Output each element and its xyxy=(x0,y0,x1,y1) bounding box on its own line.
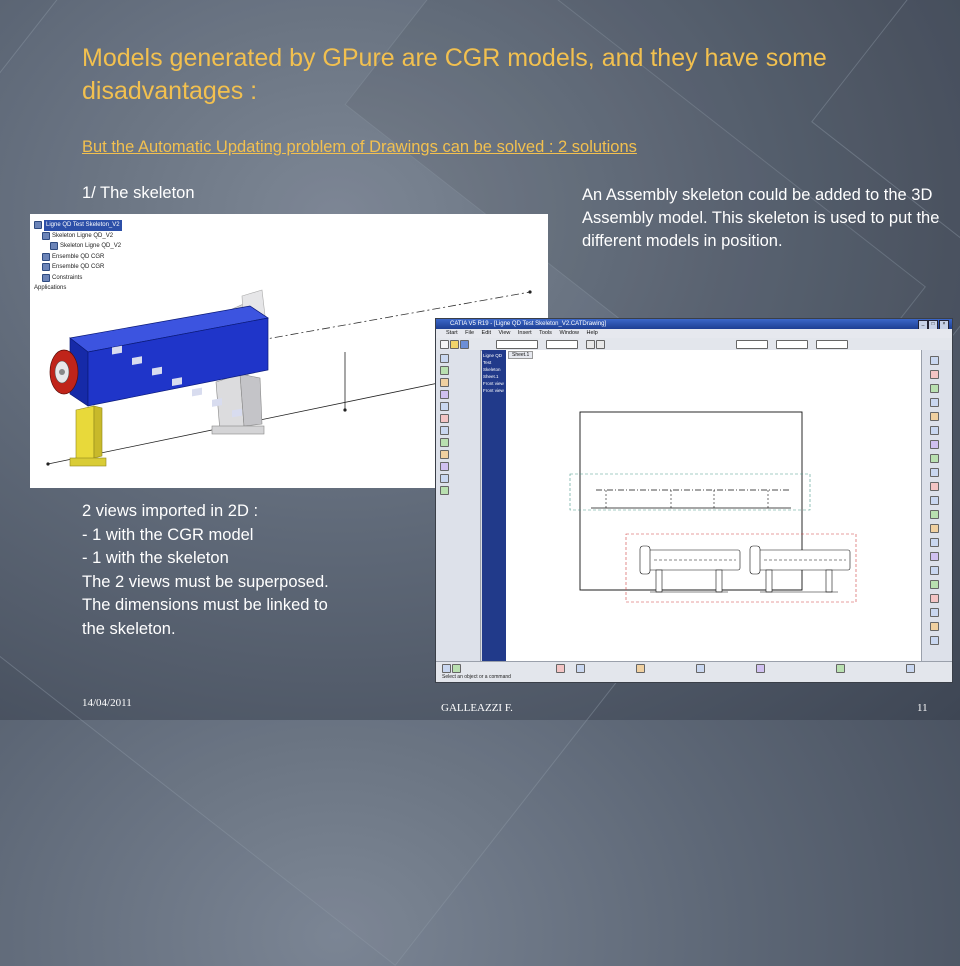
views-line: - 1 with the skeleton xyxy=(82,549,229,567)
views-line: - 1 with the CGR model xyxy=(82,525,254,544)
spec-tree-item[interactable]: Front view xyxy=(483,387,505,394)
spec-tree-item[interactable]: Front view xyxy=(483,380,505,387)
tool-icon[interactable] xyxy=(440,438,449,447)
tool-icon[interactable] xyxy=(930,622,939,631)
spec-tree-item[interactable]: Sheet.1 xyxy=(483,373,505,380)
drawing-views xyxy=(569,411,857,603)
tool-icon[interactable] xyxy=(930,496,939,505)
tool-icon[interactable] xyxy=(906,664,915,673)
new-icon[interactable] xyxy=(440,340,449,349)
catia-menu-bar[interactable]: Start File Edit View Insert Tools Window… xyxy=(436,329,952,338)
views-description: 2 views imported in 2D : - 1 with the CG… xyxy=(82,500,432,641)
style-dropdown[interactable] xyxy=(496,340,538,349)
save-icon[interactable] xyxy=(460,340,469,349)
tool-icon[interactable] xyxy=(930,412,939,421)
views-line: The dimensions must be linked to xyxy=(82,596,328,614)
tool-icon[interactable] xyxy=(440,378,449,387)
open-icon[interactable] xyxy=(450,340,459,349)
cgr-model-drawing xyxy=(749,545,851,593)
tool-icon[interactable] xyxy=(440,402,449,411)
tool-icon[interactable] xyxy=(440,354,449,363)
tool-icon[interactable] xyxy=(452,664,461,673)
tool-icon[interactable] xyxy=(930,524,939,533)
tool-icon[interactable] xyxy=(930,370,939,379)
tool-icon[interactable] xyxy=(636,664,645,673)
thickness-dropdown[interactable] xyxy=(776,340,808,349)
tool-icon[interactable] xyxy=(930,538,939,547)
line-type-dropdown[interactable] xyxy=(736,340,768,349)
catia-status-bar: Select an object or a command xyxy=(436,661,952,682)
grey-support-leg xyxy=(239,373,263,427)
tool-icon[interactable] xyxy=(930,482,939,491)
tool-icon[interactable] xyxy=(556,664,565,673)
status-text: Select an object or a command xyxy=(442,674,511,680)
tool-icon[interactable] xyxy=(930,608,939,617)
tool-icon[interactable] xyxy=(930,440,939,449)
tool-icon[interactable] xyxy=(440,462,449,471)
tool-icon[interactable] xyxy=(930,398,939,407)
tool-icon[interactable] xyxy=(930,552,939,561)
bold-icon[interactable] xyxy=(586,340,595,349)
tool-icon[interactable] xyxy=(440,450,449,459)
slide-subtitle: But the Automatic Updating problem of Dr… xyxy=(82,138,637,156)
slide-title: Models generated by GPure are CGR models… xyxy=(82,44,827,105)
tool-icon[interactable] xyxy=(576,664,585,673)
yellow-support-base xyxy=(69,457,107,467)
tool-icon[interactable] xyxy=(756,664,765,673)
catia-title-text: CATIA V5 R19 - [Ligne QD Test Skeleton_V… xyxy=(450,321,607,327)
tool-icon[interactable] xyxy=(440,474,449,483)
tool-icon[interactable] xyxy=(442,664,451,673)
yellow-support-leg xyxy=(93,405,103,459)
footer-author: GALLEAZZI F. xyxy=(441,702,513,714)
tool-icon[interactable] xyxy=(440,426,449,435)
font-dropdown[interactable] xyxy=(546,340,578,349)
views-line: 2 views imported in 2D : xyxy=(82,502,259,520)
tool-icon[interactable] xyxy=(440,390,449,399)
tool-icon[interactable] xyxy=(930,594,939,603)
skeleton-point xyxy=(528,290,532,294)
skeleton-point xyxy=(46,462,50,466)
tool-icon[interactable] xyxy=(696,664,705,673)
catia-spec-tree: Ligne QD Test Skeleton Sheet.1 Front vie… xyxy=(482,350,506,662)
tool-icon[interactable] xyxy=(930,566,939,575)
assembly-description: An Assembly skeleton could be added to t… xyxy=(582,186,940,250)
color-dropdown[interactable] xyxy=(816,340,848,349)
tool-icon[interactable] xyxy=(930,510,939,519)
tool-icon[interactable] xyxy=(440,486,449,495)
tool-icon[interactable] xyxy=(930,356,939,365)
catia-title-bar: CATIA V5 R19 - [Ligne QD Test Skeleton_V… xyxy=(436,319,952,330)
section-heading: 1/ The skeleton xyxy=(82,184,195,202)
drawing-sheet[interactable]: Sheet.1 xyxy=(506,350,922,662)
catia-left-toolbar xyxy=(436,350,481,662)
grey-support-base xyxy=(211,425,265,435)
skeleton-point xyxy=(343,408,347,412)
tool-icon[interactable] xyxy=(440,366,449,375)
tool-icon[interactable] xyxy=(836,664,845,673)
tool-icon[interactable] xyxy=(930,384,939,393)
tool-icon[interactable] xyxy=(930,468,939,477)
catia-right-toolbar xyxy=(921,350,952,662)
cgr-model-drawing xyxy=(639,545,741,593)
italic-icon[interactable] xyxy=(596,340,605,349)
tool-icon[interactable] xyxy=(440,414,449,423)
catia-drawing-window: CATIA V5 R19 - [Ligne QD Test Skeleton_V… xyxy=(435,318,953,683)
page-number: 11 xyxy=(917,702,928,714)
tool-icon[interactable] xyxy=(930,580,939,589)
footer-date: 14/04/2011 xyxy=(82,697,132,709)
views-line: the skeleton. xyxy=(82,619,176,638)
model-end-hub xyxy=(59,369,65,375)
tool-icon[interactable] xyxy=(930,454,939,463)
tool-icon[interactable] xyxy=(930,426,939,435)
views-line: The 2 views must be superposed. xyxy=(82,572,329,591)
tool-icon[interactable] xyxy=(930,636,939,645)
spec-tree-item[interactable]: Ligne QD Test Skeleton xyxy=(483,352,505,373)
yellow-support-leg xyxy=(75,405,95,462)
